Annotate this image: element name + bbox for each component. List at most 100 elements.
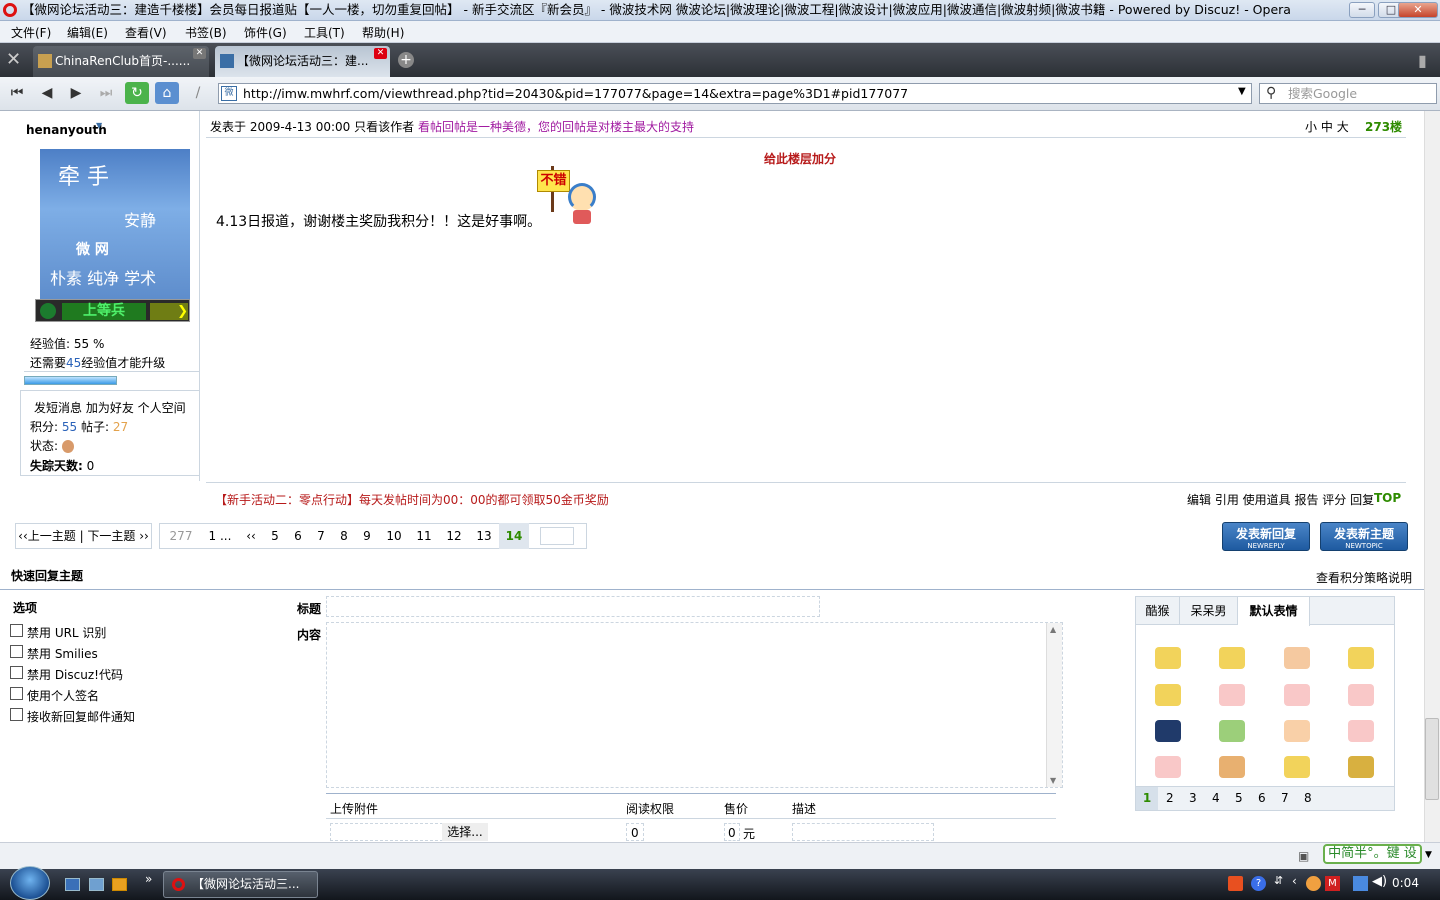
search-field[interactable]: ⚲ 搜索Google: [1259, 83, 1437, 104]
author-menu-icon[interactable]: ▼: [96, 121, 102, 130]
font-mid-link[interactable]: 中: [1321, 120, 1333, 134]
tray-mail-icon[interactable]: M: [1325, 876, 1340, 891]
page-first[interactable]: 1 ...: [205, 523, 235, 549]
floor-number[interactable]: 273楼: [1365, 118, 1402, 135]
font-small-link[interactable]: 小: [1305, 120, 1317, 134]
tab-active-thread[interactable]: 【微网论坛活动三：建... ✕: [215, 46, 390, 77]
emoticon-sign-icon[interactable]: [1348, 647, 1374, 669]
emoticon-page-link[interactable]: 5: [1235, 791, 1243, 805]
emoticon-page-link[interactable]: 2: [1166, 791, 1174, 805]
ime-toolbar[interactable]: 中简半°。键 设: [1323, 844, 1422, 864]
emoticon-sign-icon[interactable]: [1219, 647, 1245, 669]
menu-tools[interactable]: 工具(T): [304, 24, 345, 41]
avatar[interactable]: 牵 手 安静 微 网 朴素 纯净 学术: [40, 149, 190, 299]
page-link[interactable]: 12: [442, 523, 466, 549]
emoticon-pig-icon[interactable]: [1155, 756, 1181, 778]
notice-link[interactable]: 【新手活动二：零点行动】每天发帖时间为00：00的都可领取50金币奖励: [215, 491, 609, 508]
page-link[interactable]: 5: [266, 523, 284, 549]
author-name[interactable]: henanyouth: [26, 123, 107, 137]
page-link[interactable]: 13: [472, 523, 496, 549]
tray-qq-icon[interactable]: [1306, 876, 1321, 891]
page-scrollbar-thumb[interactable]: [1425, 718, 1439, 800]
tray-app-icon[interactable]: [1228, 876, 1243, 891]
reload-icon[interactable]: ↻: [125, 82, 149, 104]
scroll-down-icon[interactable]: ▼: [1425, 850, 1432, 860]
back-icon[interactable]: ◀: [35, 82, 59, 104]
menu-edit[interactable]: 编辑(E): [67, 24, 108, 41]
emoticon-pig-icon[interactable]: [1219, 756, 1245, 778]
emoticon-page-link[interactable]: 4: [1212, 791, 1220, 805]
forward-icon[interactable]: ▶: [64, 82, 88, 104]
tray-help-icon[interactable]: ?: [1251, 876, 1266, 891]
trash-icon[interactable]: ▮: [1418, 51, 1427, 70]
quicklaunch-more-icon[interactable]: »: [145, 872, 152, 886]
use-signature-checkbox[interactable]: [10, 687, 23, 700]
choose-file-button[interactable]: 选择...: [442, 823, 488, 841]
menu-bookmarks[interactable]: 书签(B): [185, 24, 227, 41]
taskbar-opera-item[interactable]: 【微网论坛活动三...: [163, 871, 318, 898]
tray-network-icon[interactable]: [1353, 876, 1368, 891]
page-jump-input[interactable]: [540, 527, 574, 545]
emoticon-page-link[interactable]: 8: [1304, 791, 1312, 805]
page-link[interactable]: 7: [312, 523, 330, 549]
emoticon-page-link[interactable]: 3: [1189, 791, 1197, 805]
email-notify-checkbox[interactable]: [10, 708, 23, 721]
page-link[interactable]: 11: [412, 523, 436, 549]
top-link[interactable]: TOP: [1374, 491, 1401, 505]
close-button[interactable]: ✕: [1398, 2, 1438, 18]
author-actions[interactable]: 发短消息 加为好友 个人空间: [34, 399, 186, 416]
title-input[interactable]: [326, 596, 820, 617]
rate-floor-link[interactable]: 给此楼层加分: [764, 150, 836, 167]
new-tab-icon[interactable]: +: [398, 52, 414, 68]
menu-widgets[interactable]: 饰件(G): [244, 24, 287, 41]
tray-volume-icon[interactable]: ◀): [1372, 874, 1387, 889]
page-link[interactable]: 6: [289, 523, 307, 549]
points-policy-link[interactable]: 查看积分策略说明: [1316, 569, 1412, 586]
read-perm-input[interactable]: 0: [626, 823, 644, 841]
emoticon-page-link[interactable]: 6: [1258, 791, 1266, 805]
price-input[interactable]: 0: [724, 823, 740, 841]
desc-input[interactable]: [792, 823, 934, 841]
tray-ime-icon[interactable]: ⇵: [1274, 874, 1283, 887]
font-large-link[interactable]: 大: [1337, 120, 1349, 134]
media-player-icon[interactable]: [112, 878, 127, 891]
emoticon-pig-icon[interactable]: [1348, 684, 1374, 706]
textarea-scrollbar[interactable]: ▲ ▼: [1046, 623, 1062, 787]
new-topic-button[interactable]: 发表新主题 NEWTOPIC: [1320, 522, 1408, 551]
explorer-icon[interactable]: [89, 878, 104, 891]
emoticon-tab-daidai[interactable]: 呆呆男: [1180, 597, 1238, 625]
emoticon-pig-icon[interactable]: [1348, 720, 1374, 742]
tab-close-icon[interactable]: ✕: [193, 48, 206, 59]
minimize-button[interactable]: ─: [1349, 2, 1375, 18]
start-button[interactable]: [10, 866, 50, 900]
emoticon-tab-default[interactable]: 默认表情: [1238, 597, 1310, 626]
emoticon-sign-icon[interactable]: [1284, 756, 1310, 778]
rewind-icon[interactable]: ⏮: [5, 82, 29, 104]
clock[interactable]: 0:04: [1392, 876, 1419, 890]
disable-discuz-code-checkbox[interactable]: [10, 666, 23, 679]
page-info-icon[interactable]: ▣: [1298, 849, 1309, 863]
home-icon[interactable]: ⌂: [155, 82, 179, 104]
prev-next-thread[interactable]: ‹‹上一主题 | 下一主题 ››: [15, 523, 152, 549]
tab-menu-icon[interactable]: ✕: [6, 49, 21, 70]
emoticon-pig-icon[interactable]: [1219, 684, 1245, 706]
tray-expand-icon[interactable]: ‹: [1292, 874, 1297, 888]
address-dropdown-icon[interactable]: ▼: [1238, 86, 1246, 97]
disable-url-checkbox[interactable]: [10, 624, 23, 637]
menu-file[interactable]: 文件(F): [11, 24, 51, 41]
emoticon-pig-icon[interactable]: [1348, 756, 1374, 778]
emoticon-night-icon[interactable]: [1155, 720, 1181, 742]
tab-close-icon[interactable]: ✕: [374, 48, 387, 59]
emoticon-page-link[interactable]: 7: [1281, 791, 1289, 805]
new-reply-button[interactable]: 发表新回复 NEWREPLY: [1222, 522, 1310, 551]
page-link[interactable]: 10: [382, 523, 406, 549]
page-link[interactable]: 8: [335, 523, 353, 549]
emoticon-pig-icon[interactable]: [1284, 720, 1310, 742]
disable-smilies-checkbox[interactable]: [10, 645, 23, 658]
wand-icon[interactable]: /: [186, 82, 210, 104]
menu-view[interactable]: 查看(V): [125, 24, 167, 41]
fast-forward-icon[interactable]: ⏭: [94, 82, 118, 104]
emoticon-sign-icon[interactable]: [1155, 684, 1181, 706]
emoticon-pig-icon[interactable]: [1219, 720, 1245, 742]
scroll-up-icon[interactable]: ▲: [1050, 625, 1056, 634]
